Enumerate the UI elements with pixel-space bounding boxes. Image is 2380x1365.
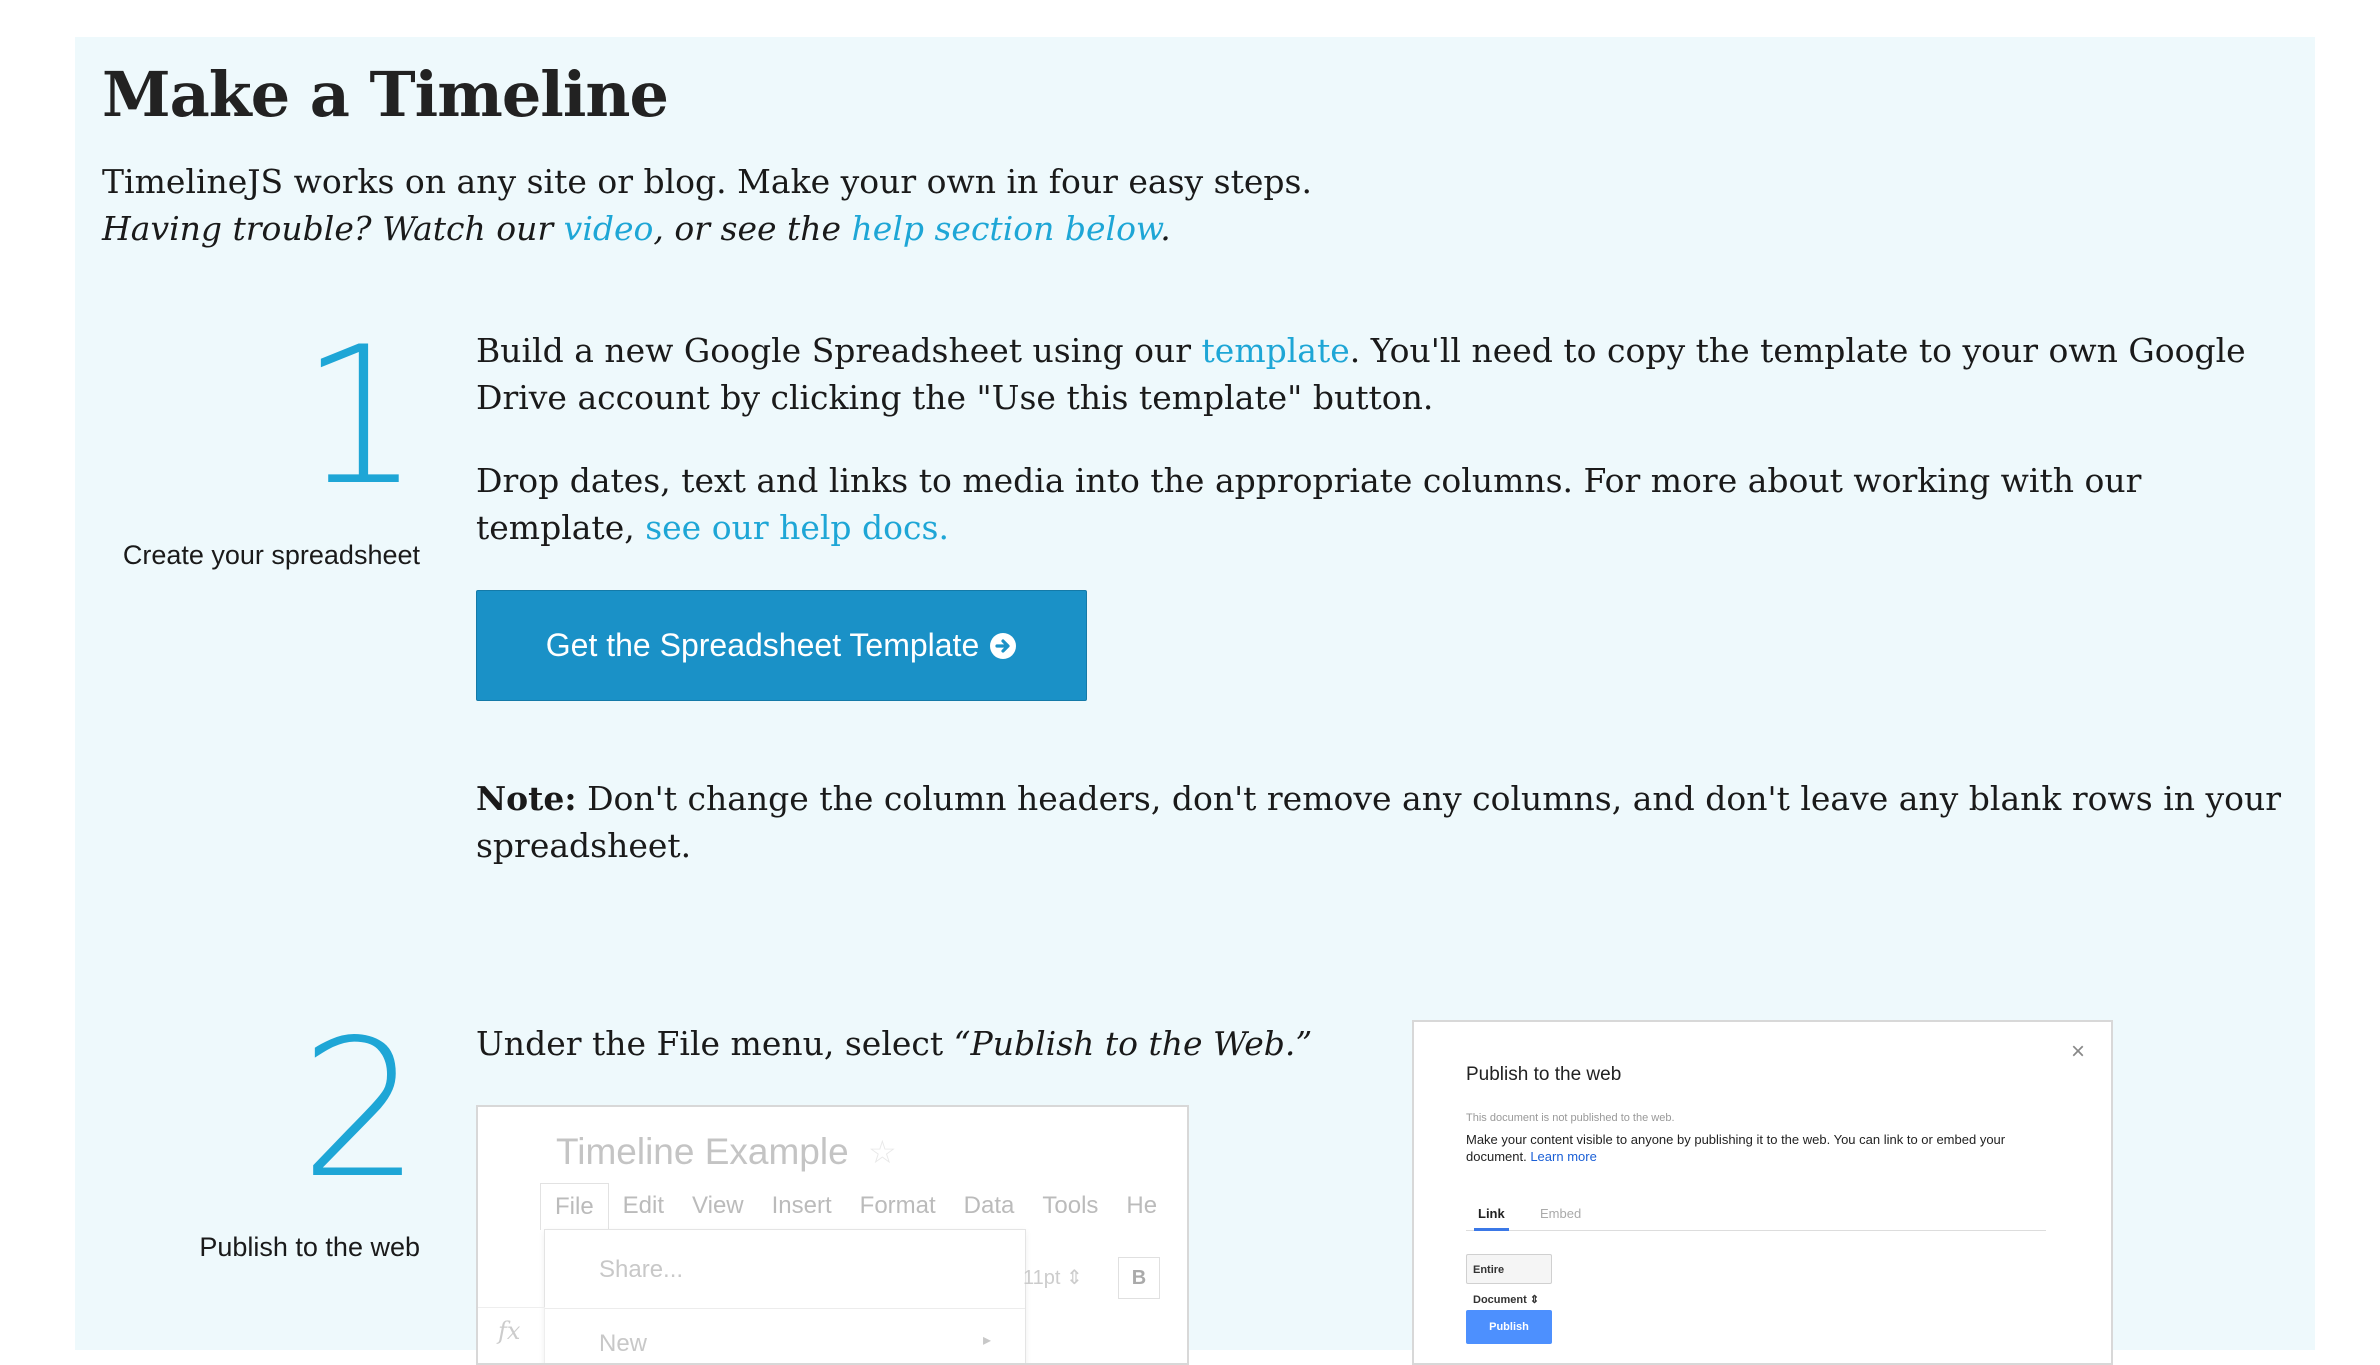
dropdown-separator [545,1308,1025,1309]
tab-embed: Embed [1540,1206,1582,1221]
help-docs-link[interactable]: see our help docs. [645,508,949,547]
intro-text: TimelineJS works on any site or blog. Ma… [102,158,1902,252]
font-size-select: 11pt ⇕ [1023,1267,1083,1289]
dialog-status: This document is not published to the we… [1466,1112,1675,1124]
menu-insert: Insert [771,1192,832,1219]
trouble-prefix: Having trouble? Watch our [102,209,564,248]
note-text: Don't change the column headers, don't r… [476,779,2282,865]
step2-instruction: Under the File menu, select “Publish to … [476,1020,1376,1067]
step2-instruction-prefix: Under the File menu, select [476,1024,954,1063]
dialog-description: Make your content visible to anyone by p… [1466,1131,2026,1165]
video-link[interactable]: video [564,209,654,248]
step1-paragraph-2: Drop dates, text and links to media into… [476,457,2286,551]
learn-more-link: Learn more [1530,1149,1597,1164]
menu-data: Data [963,1192,1015,1219]
step-label-2: Publish to the web [199,1232,420,1262]
step-label-1: Create your spreadsheet [122,540,420,570]
tab-link: Link [1474,1206,1509,1231]
doc-title: Timeline Example [556,1131,849,1172]
file-dropdown: Share... New ▸ [544,1229,1026,1363]
submenu-arrow-icon: ▸ [983,1332,992,1349]
publish-to-web-emphasis: “Publish to the Web.” [953,1024,1313,1063]
entire-document-select: Entire Document ⇕ [1466,1254,1552,1306]
trouble-line: Having trouble? Watch our video, or see … [102,205,1902,252]
bold-icon: B [1118,1257,1160,1299]
dialog-tabs: Link Embed [1466,1198,2046,1231]
note-paragraph: Note: Don't change the column headers, d… [476,775,2286,869]
fx-icon: fx [498,1317,521,1345]
trouble-middle: , or see the [653,209,852,248]
font-size-value: 11pt [1023,1267,1061,1289]
arrow-circle-right-icon [990,632,1017,659]
spreadsheet-file-menu-screenshot: Timeline Example ☆ File Edit View Insert… [476,1105,1189,1365]
template-link[interactable]: template [1202,331,1350,370]
publish-dialog-screenshot: × Publish to the web This document is no… [1412,1020,2113,1365]
menu-help: He [1126,1192,1158,1219]
intro-line: TimelineJS works on any site or blog. Ma… [102,162,1312,201]
menu-edit: Edit [622,1192,665,1219]
step1-paragraph-1: Build a new Google Spreadsheet using our… [476,327,2286,421]
menu-format: Format [859,1192,936,1219]
publish-button-mock: Publish [1466,1310,1552,1344]
close-icon: × [2070,1038,2085,1065]
sheet-menubar: File Edit View Insert Format Data Tools … [540,1183,1171,1230]
select-value: Entire Document [1473,1264,1527,1306]
page-title: Make a Timeline [102,58,669,131]
menu-view: View [692,1192,744,1219]
step-number-2: 2 [300,999,421,1220]
dialog-title: Publish to the web [1466,1064,1622,1085]
help-section-link[interactable]: help section below [852,209,1161,248]
dropdown-share: Share... [599,1256,684,1283]
note-label: Note: [476,779,577,818]
step-number-1: 1 [300,306,421,527]
step1-p1-prefix: Build a new Google Spreadsheet using our [476,331,1202,370]
get-spreadsheet-template-button[interactable]: Get the Spreadsheet Template [476,590,1087,701]
button-label: Get the Spreadsheet Template [545,627,980,663]
star-icon: ☆ [868,1133,897,1171]
menu-tools: Tools [1042,1192,1099,1219]
menu-file: File [540,1183,609,1230]
trouble-suffix: . [1160,209,1171,248]
dropdown-new: New [599,1330,648,1357]
